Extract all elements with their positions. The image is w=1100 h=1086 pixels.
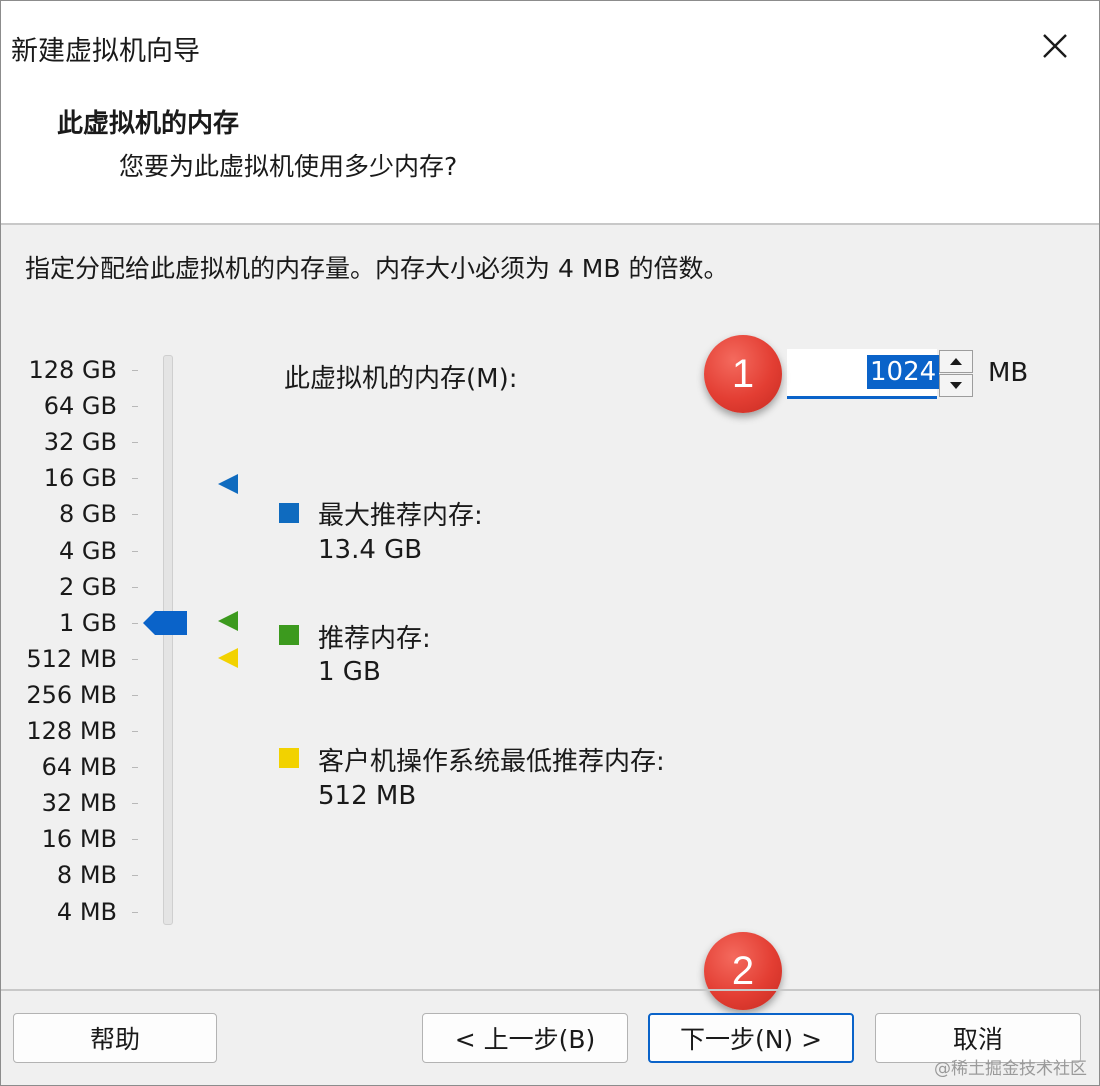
minimum-marker-icon [218,648,238,668]
scale-label: 2 GB [59,572,117,601]
scale-tick [132,875,138,877]
scale-tick [132,550,138,552]
scale-label: 1 GB [59,608,117,637]
help-button[interactable]: 帮助 [13,1013,217,1063]
memory-increment-button[interactable] [939,350,973,373]
scale-label: 4 MB [56,897,117,926]
scale-label: 4 GB [59,536,117,565]
memory-decrement-button[interactable] [939,374,973,397]
back-button[interactable]: < 上一步(B) [422,1013,628,1063]
minimum-value: 512 MB [318,781,417,811]
scale-tick [132,911,138,913]
scale-tick [132,514,138,516]
instruction-text: 指定分配给此虚拟机的内存量。内存大小必须为 4 MB 的倍数。 [25,254,729,283]
arrow-up-icon [950,358,962,365]
minimum-label: 客户机操作系统最低推荐内存: [318,747,665,777]
scale-label: 256 MB [26,680,117,709]
scale-label: 32 GB [43,428,117,457]
scale-tick [132,803,138,805]
memory-input[interactable] [787,349,937,399]
memory-slider-track[interactable] [163,355,173,925]
scale-label: 16 MB [41,825,117,854]
max-recommended-marker-icon [218,474,238,494]
step-badge-2: 2 [704,932,782,1010]
max-recommended-color-square [279,503,299,523]
scale-label: 512 MB [26,644,117,673]
close-icon [1043,34,1067,58]
scale-label: 128 MB [26,717,117,745]
arrow-down-icon [950,382,962,389]
recommended-color-square [279,625,299,645]
page-subtitle: 您要为此虚拟机使用多少内存? [119,152,458,181]
scale-tick [132,658,138,660]
recommended-value: 1 GB [318,657,381,687]
wizard-header: 此虚拟机的内存 您要为此虚拟机使用多少内存? [1,87,1099,225]
scale-tick [132,586,138,588]
recommended-label: 推荐内存: [318,624,431,654]
scale-tick [132,442,138,444]
max-recommended-label: 最大推荐内存: [318,501,483,531]
scale-label: 32 MB [41,789,117,818]
next-button[interactable]: 下一步(N) > [648,1013,854,1063]
title-bar: 新建虚拟机向导 [1,1,1099,87]
scale-tick [132,731,138,732]
recommended-marker-icon [218,611,238,631]
scale-tick [132,406,138,408]
watermark-text: @稀土掘金技术社区 [934,1059,1087,1079]
footer-divider [1,989,1099,991]
scale-tick [132,767,138,769]
memory-field-label: 此虚拟机的内存(M): [284,364,518,394]
scale-tick [132,370,138,371]
max-recommended-value: 13.4 GB [318,535,423,565]
new-vm-wizard-dialog: 新建虚拟机向导 此虚拟机的内存 您要为此虚拟机使用多少内存? 指定分配给此虚拟机… [0,0,1100,1086]
scale-tick [132,478,138,480]
scale-label: 64 MB [41,753,117,782]
window-title: 新建虚拟机向导 [11,36,200,67]
scale-label: 8 MB [56,861,117,890]
scale-label: 64 GB [43,392,117,421]
minimum-color-square [279,748,299,768]
memory-unit-label: MB [988,358,1029,388]
scale-tick [132,839,138,841]
scale-label: 16 GB [43,464,117,493]
close-button[interactable] [1027,21,1083,71]
scale-tick [132,622,138,624]
scale-label: 128 GB [28,356,118,384]
step-badge-1: 1 [704,335,782,413]
page-title: 此虚拟机的内存 [57,109,240,139]
memory-slider-thumb[interactable] [141,610,189,636]
scale-tick [132,694,138,696]
scale-label: 8 GB [59,500,117,529]
